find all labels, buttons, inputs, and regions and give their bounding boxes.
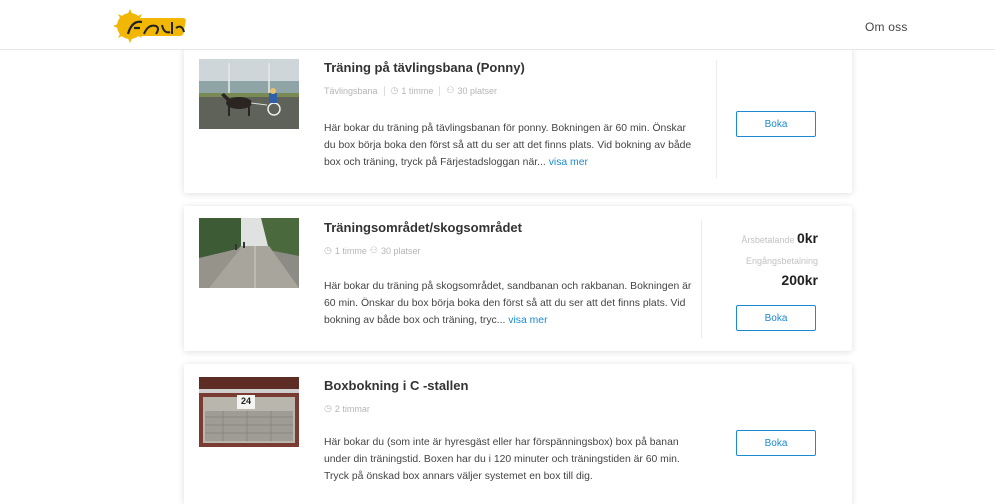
card-meta: ◷ 1 timme ⚇ 30 platser (324, 245, 420, 256)
card-duration: 1 timme (334, 245, 367, 256)
single-price-label: Engångsbetalning (745, 256, 818, 266)
card-capacity: 30 platser (457, 85, 498, 96)
card-category: Tävlingsbana (324, 85, 378, 96)
show-more-link[interactable]: visa mer (508, 315, 547, 326)
card-divider (716, 60, 717, 178)
card-title: Träning på tävlingsbana (Ponny) (324, 60, 525, 75)
card-description: Här bokar du (som inte är hyresgäst elle… (324, 434, 696, 485)
clock-icon: ◷ (390, 85, 399, 95)
card-meta: Tävlingsbana ◷ 1 timme ⚇ 30 platser (324, 85, 497, 96)
clock-icon: ◷ (324, 403, 332, 413)
annual-price-label: Årsbetalande (741, 235, 795, 245)
box-number-label: 24 (240, 396, 251, 406)
annual-price-row: Årsbetalande 0kr (741, 230, 818, 246)
card-image-forest-track (199, 218, 299, 288)
meta-divider (383, 85, 385, 96)
book-button[interactable]: Boka (736, 111, 816, 137)
farjestad-logo[interactable] (112, 8, 194, 44)
booking-card: Träningsområdet/skogsområdet ◷ 1 timme ⚇… (184, 206, 852, 351)
card-divider (701, 220, 702, 338)
booking-card: 24 Boxbokning i C -stallen ◷ 2 timmar Hä… (184, 364, 852, 504)
card-capacity: 30 platser (380, 245, 421, 256)
card-description: Här bokar du träning på tävlingsbanan fö… (324, 120, 696, 171)
person-icon: ⚇ (446, 85, 455, 95)
card-description-text: Här bokar du (som inte är hyresgäst elle… (324, 437, 680, 482)
card-description-text: Här bokar du träning på tävlingsbanan fö… (324, 123, 692, 168)
card-title: Boxbokning i C -stallen (324, 378, 469, 393)
card-image-pony-track (199, 59, 299, 129)
booking-card: Träning på tävlingsbana (Ponny) Tävlings… (184, 46, 852, 193)
site-header: Om oss (0, 0, 995, 50)
card-title: Träningsområdet/skogsområdet (324, 220, 522, 235)
meta-divider (439, 85, 441, 96)
card-image-stable: 24 (199, 377, 299, 447)
single-price-value: 200kr (781, 272, 818, 288)
card-description: Här bokar du träning på skogsområdet, sa… (324, 278, 696, 329)
annual-price-value: 0kr (796, 230, 818, 246)
nav-link-om-oss[interactable]: Om oss (865, 20, 908, 34)
show-more-link[interactable]: visa mer (549, 157, 588, 168)
person-icon: ⚇ (369, 245, 378, 255)
card-meta: ◷ 2 timmar (324, 403, 370, 414)
card-duration: 1 timme (401, 85, 434, 96)
book-button[interactable]: Boka (736, 305, 816, 331)
clock-icon: ◷ (324, 245, 332, 255)
card-duration: 2 timmar (334, 403, 370, 414)
book-button[interactable]: Boka (736, 430, 816, 456)
